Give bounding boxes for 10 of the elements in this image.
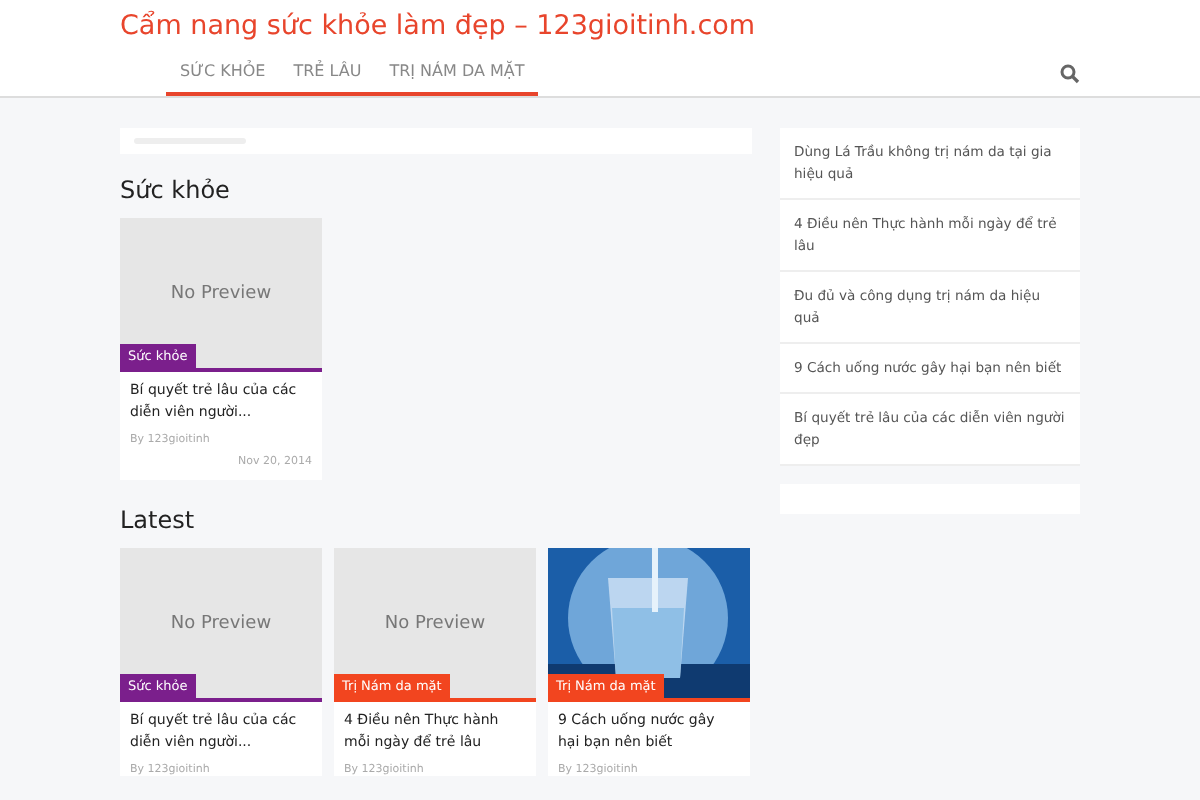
no-preview-label: No Preview: [384, 613, 486, 633]
nav-tab[interactable]: SỨC KHỎE: [166, 62, 280, 96]
section-heading: Latest: [120, 506, 197, 534]
no-preview-label: No Preview: [170, 283, 272, 303]
nav-tab[interactable]: TRỊ NÁM DA MẶT: [375, 62, 539, 96]
no-preview-label: No Preview: [170, 613, 272, 633]
nav-tab[interactable]: TRẺ LÂU: [279, 62, 376, 96]
section-heading: Sức khỏe: [120, 176, 232, 204]
search-icon[interactable]: [1060, 64, 1080, 84]
site-title[interactable]: Cẩm nang sức khỏe làm đẹp – 123gioitinh.com: [120, 0, 1080, 54]
